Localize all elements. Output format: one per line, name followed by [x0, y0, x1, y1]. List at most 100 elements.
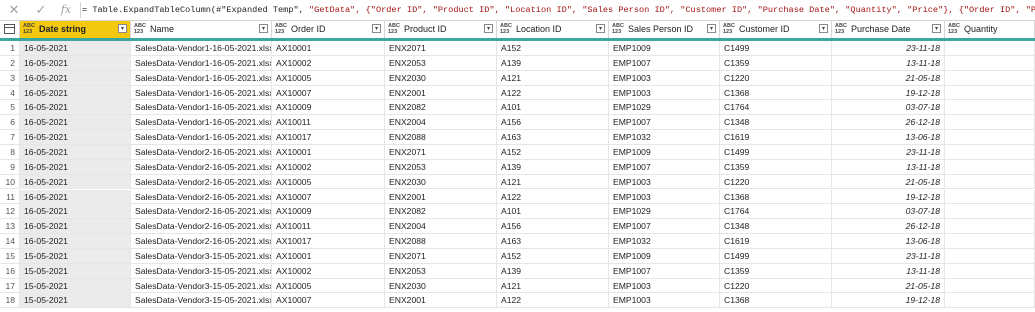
table-cell[interactable]: 21-05-18: [832, 70, 945, 85]
table-cell[interactable]: AX10017: [272, 234, 385, 249]
table-cell[interactable]: AX10007: [272, 293, 385, 308]
table-cell[interactable]: EMP1003: [609, 293, 720, 308]
table-cell[interactable]: AX10002: [272, 263, 385, 278]
table-cell[interactable]: 16-05-2021: [20, 174, 131, 189]
table-cell[interactable]: C1499: [720, 41, 832, 55]
table-row[interactable]: 18 15-05-2021 SalesData-Vendor3-15-05-2021…: [0, 293, 1035, 309]
table-cell[interactable]: 16-05-2021: [20, 189, 131, 204]
table-cell[interactable]: C1348: [720, 219, 832, 234]
table-row[interactable]: 15 15-05-2021 SalesData-Vendor3-15-05-2021…: [0, 248, 1035, 264]
filter-dropdown-icon[interactable]: ▾: [819, 24, 828, 33]
table-cell[interactable]: C1619: [720, 130, 832, 145]
type-icon[interactable]: ABC 123: [948, 23, 960, 35]
table-cell[interactable]: 16-05-2021: [20, 70, 131, 85]
table-cell[interactable]: A163: [497, 234, 609, 249]
table-cell[interactable]: SalesData-Vendor1-16-05-2021.xlsx: [131, 70, 272, 85]
column-header-customer-id[interactable]: ABC 123 Customer ID ▾: [720, 21, 832, 38]
table-cell[interactable]: SalesData-Vendor2-16-05-2021.xlsx: [131, 189, 272, 204]
table-cell[interactable]: 26-12-18: [832, 219, 945, 234]
table-cell[interactable]: 21-05-18: [832, 174, 945, 189]
table-cell[interactable]: EMP1009: [609, 144, 720, 159]
table-cell[interactable]: AX10001: [272, 248, 385, 263]
table-cell[interactable]: [945, 130, 1035, 145]
table-cell[interactable]: 19-12-18: [832, 85, 945, 100]
commit-icon[interactable]: ✓: [33, 2, 49, 18]
table-row[interactable]: 1 16-05-2021 SalesData-Vendor1-16-05-2021.…: [0, 41, 1035, 56]
table-cell[interactable]: 16-05-2021: [20, 159, 131, 174]
table-cell[interactable]: 19-12-18: [832, 293, 945, 308]
table-cell[interactable]: SalesData-Vendor1-16-05-2021.xlsx: [131, 85, 272, 100]
table-cell[interactable]: SalesData-Vendor1-16-05-2021.xlsx: [131, 41, 272, 55]
type-icon[interactable]: ABC 123: [500, 23, 512, 35]
formula-input[interactable]: = Table.ExpandTableColumn(#"Expanded Tem…: [82, 3, 1035, 17]
column-header-name[interactable]: ABC 123 Name ▾: [131, 21, 272, 38]
table-row[interactable]: 13 16-05-2021 SalesData-Vendor2-16-05-2021…: [0, 219, 1035, 235]
table-row[interactable]: 3 16-05-2021 SalesData-Vendor1-16-05-2021.…: [0, 70, 1035, 86]
table-cell[interactable]: [945, 189, 1035, 204]
table-cell[interactable]: [945, 219, 1035, 234]
table-cell[interactable]: EMP1003: [609, 70, 720, 85]
table-cell[interactable]: C1368: [720, 189, 832, 204]
table-cell[interactable]: 23-11-18: [832, 41, 945, 55]
table-cell[interactable]: ENX2001: [385, 189, 497, 204]
table-cell[interactable]: C1619: [720, 234, 832, 249]
filter-dropdown-icon[interactable]: ▾: [484, 24, 493, 33]
table-cell[interactable]: A139: [497, 263, 609, 278]
table-cell[interactable]: [945, 293, 1035, 308]
table-cell[interactable]: A121: [497, 70, 609, 85]
table-cell[interactable]: SalesData-Vendor3-15-05-2021.xlsx: [131, 263, 272, 278]
table-cell[interactable]: C1359: [720, 55, 832, 70]
table-cell[interactable]: AX10001: [272, 144, 385, 159]
table-cell[interactable]: SalesData-Vendor2-16-05-2021.xlsx: [131, 144, 272, 159]
table-cell[interactable]: 26-12-18: [832, 115, 945, 130]
table-cell[interactable]: ENX2071: [385, 248, 497, 263]
table-cell[interactable]: 16-05-2021: [20, 219, 131, 234]
table-cell[interactable]: ENX2053: [385, 55, 497, 70]
table-cell[interactable]: 16-05-2021: [20, 204, 131, 219]
table-cell[interactable]: A122: [497, 189, 609, 204]
table-cell[interactable]: 03-07-18: [832, 100, 945, 115]
table-cell[interactable]: AX10009: [272, 100, 385, 115]
table-cell[interactable]: C1368: [720, 85, 832, 100]
table-cell[interactable]: A163: [497, 130, 609, 145]
table-cell[interactable]: ENX2001: [385, 293, 497, 308]
table-cell[interactable]: [945, 100, 1035, 115]
table-cell[interactable]: 16-05-2021: [20, 115, 131, 130]
table-row[interactable]: 17 15-05-2021 SalesData-Vendor3-15-05-2021…: [0, 278, 1035, 294]
table-cell[interactable]: A101: [497, 100, 609, 115]
table-cell[interactable]: EMP1007: [609, 159, 720, 174]
table-cell[interactable]: SalesData-Vendor3-15-05-2021.xlsx: [131, 278, 272, 293]
table-cell[interactable]: SalesData-Vendor2-16-05-2021.xlsx: [131, 174, 272, 189]
table-cell[interactable]: [945, 159, 1035, 174]
table-cell[interactable]: [945, 263, 1035, 278]
table-cell[interactable]: ENX2082: [385, 204, 497, 219]
table-cell[interactable]: ENX2088: [385, 234, 497, 249]
table-cell[interactable]: 16-05-2021: [20, 41, 131, 55]
table-cell[interactable]: 03-07-18: [832, 204, 945, 219]
cancel-icon[interactable]: ✕: [6, 2, 22, 18]
table-cell[interactable]: [945, 55, 1035, 70]
table-cell[interactable]: C1368: [720, 293, 832, 308]
table-cell[interactable]: [945, 278, 1035, 293]
table-row[interactable]: 14 16-05-2021 SalesData-Vendor2-16-05-2021…: [0, 234, 1035, 249]
table-cell[interactable]: 16-05-2021: [20, 85, 131, 100]
table-cell[interactable]: [945, 85, 1035, 100]
table-cell[interactable]: AX10005: [272, 174, 385, 189]
table-menu-icon[interactable]: [0, 21, 20, 38]
table-row[interactable]: 6 16-05-2021 SalesData-Vendor1-16-05-2021.…: [0, 115, 1035, 131]
column-header-product-id[interactable]: ABC 123 Product ID ▾: [385, 21, 497, 38]
table-cell[interactable]: AX10017: [272, 130, 385, 145]
table-cell[interactable]: EMP1003: [609, 174, 720, 189]
type-icon[interactable]: ABC 123: [835, 23, 847, 35]
table-cell[interactable]: [945, 174, 1035, 189]
table-cell[interactable]: SalesData-Vendor1-16-05-2021.xlsx: [131, 115, 272, 130]
table-row[interactable]: 5 16-05-2021 SalesData-Vendor1-16-05-2021.…: [0, 100, 1035, 116]
type-icon[interactable]: ABC 123: [612, 23, 624, 35]
table-cell[interactable]: AX10007: [272, 189, 385, 204]
filter-dropdown-icon[interactable]: ▾: [707, 24, 716, 33]
table-cell[interactable]: SalesData-Vendor1-16-05-2021.xlsx: [131, 130, 272, 145]
table-cell[interactable]: C1499: [720, 144, 832, 159]
table-cell[interactable]: ENX2082: [385, 100, 497, 115]
table-cell[interactable]: AX10009: [272, 204, 385, 219]
table-cell[interactable]: EMP1009: [609, 248, 720, 263]
